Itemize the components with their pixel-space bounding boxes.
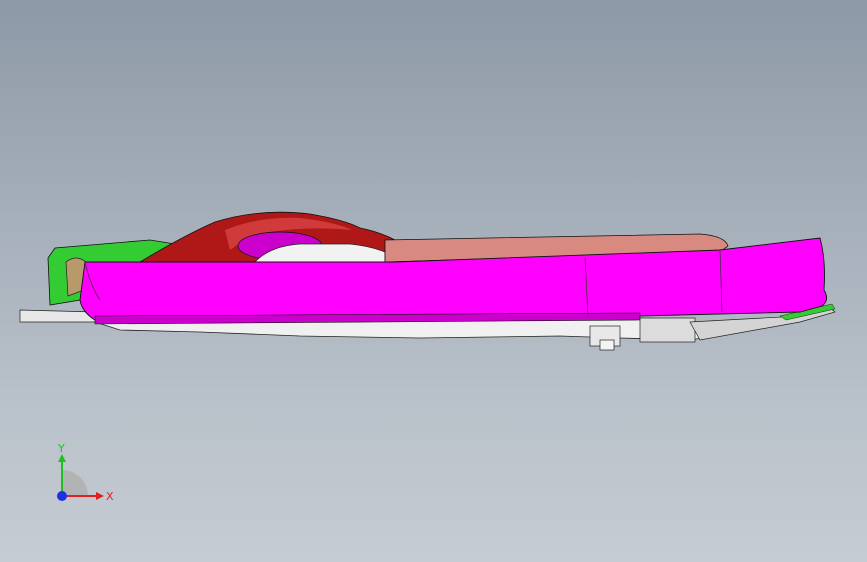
triad-plane-arc (62, 470, 88, 496)
underside-tab[interactable] (599, 339, 615, 351)
coordinate-triad: Y X (57, 442, 114, 503)
origin-z-icon (57, 491, 67, 501)
x-axis-arrow (96, 492, 104, 500)
x-axis-label: X (106, 490, 114, 503)
cad-model[interactable] (0, 0, 867, 562)
y-axis-arrow (58, 454, 66, 462)
underside-block[interactable] (639, 317, 696, 343)
y-axis-label: Y (57, 442, 65, 455)
rear-foot[interactable] (19, 309, 96, 323)
graphics-viewport[interactable]: Y X (0, 0, 867, 562)
